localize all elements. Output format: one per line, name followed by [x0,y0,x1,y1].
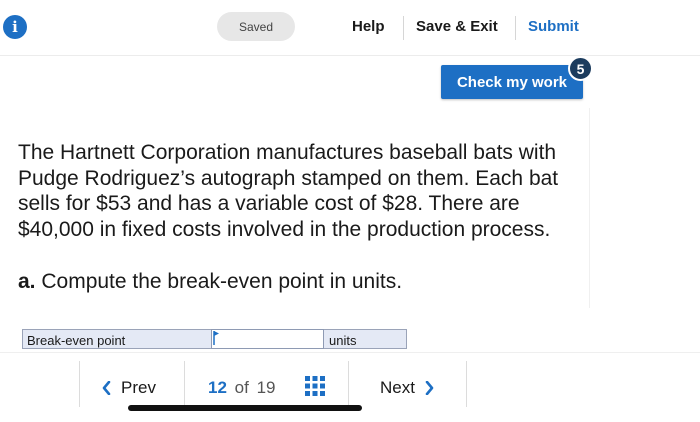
total-pages: 19 [256,378,276,397]
save-exit-link[interactable]: Save & Exit [416,18,498,35]
info-glyph: i [12,18,18,36]
part-a-label: a. [18,270,36,293]
help-link[interactable]: Help [352,18,385,35]
page-indicator: 12 of 19 [208,378,276,398]
break-even-input[interactable] [211,329,324,349]
submit-link[interactable]: Submit [528,18,579,35]
chevron-right-icon [425,381,434,395]
next-label: Next [380,378,415,397]
top-bar: i Saved Help Save & Exit Submit [0,0,700,56]
answer-label: Break-even point [27,333,126,348]
home-indicator [128,405,362,411]
divider [515,16,516,40]
check-count-badge: 5 [568,56,593,81]
info-icon[interactable]: i [3,15,27,39]
grid-icon[interactable] [305,376,325,396]
prev-button[interactable]: Prev [102,378,156,398]
divider [184,361,185,407]
chevron-left-icon [102,381,111,395]
of-label: of [234,378,249,397]
question-text: The Hartnett Corporation manufactures ba… [18,141,559,241]
pagination: Prev 12 of 19 Next [79,361,467,407]
divider [403,16,404,40]
prev-label: Prev [121,378,156,397]
part-a-text: Compute the break-even point in units. [41,270,403,293]
answer-unit: units [329,333,357,348]
current-page: 12 [208,378,227,397]
flag-icon [213,331,219,345]
answer-row: Break-even point units [22,329,407,349]
part-a-prompt: a. Compute the break-even point in units… [18,269,578,294]
divider [348,361,349,407]
next-button[interactable]: Next [380,378,434,398]
saved-status: Saved [217,12,295,41]
check-my-work-button[interactable]: Check my work [441,65,583,99]
